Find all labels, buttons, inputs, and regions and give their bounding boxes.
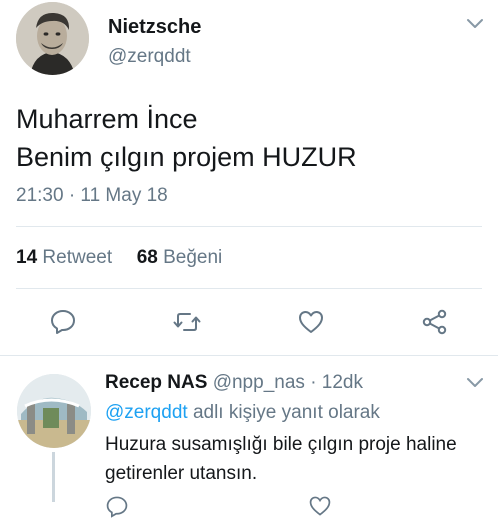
author-avatar[interactable] xyxy=(16,2,89,75)
reply-time[interactable]: 12dk xyxy=(322,372,363,393)
tweet-timestamp[interactable]: 21:30 · 11 May 18 xyxy=(16,185,168,207)
reply-chevron-down-icon[interactable] xyxy=(466,377,484,389)
chevron-down-icon[interactable] xyxy=(466,18,484,30)
reply-mention-link[interactable]: @zerqddt xyxy=(105,402,188,423)
like-icon[interactable] xyxy=(297,308,325,336)
reply-text: Huzura susamışlığı bile çılgın proje hal… xyxy=(105,434,457,484)
section-divider xyxy=(0,355,498,356)
replying-to-label: adlı kişiye yanıt olarak xyxy=(192,402,380,423)
retweet-icon[interactable] xyxy=(173,308,201,336)
author-display-name[interactable]: Nietzsche xyxy=(108,16,201,39)
tweet-text: Muharrem İnce Benim çılgın projem HUZUR xyxy=(16,100,357,176)
replying-to: @zerqddt adlı kişiye yanıt olarak xyxy=(105,402,380,424)
retweet-label: Retweet xyxy=(42,247,113,268)
tweet-text-line-2: Benim çılgın projem HUZUR xyxy=(16,142,357,172)
reply-separator: · xyxy=(310,372,317,393)
retweet-stat[interactable]: 14 Retweet xyxy=(16,247,112,268)
reply-author-avatar[interactable] xyxy=(17,374,91,448)
thread-line xyxy=(52,452,55,502)
divider xyxy=(16,226,482,227)
tweet-stats: 14 Retweet 68 Beğeni xyxy=(16,247,222,269)
like-stat[interactable]: 68 Beğeni xyxy=(137,247,223,268)
share-icon[interactable] xyxy=(421,308,449,336)
like-count: 68 xyxy=(136,247,158,268)
reply-like-icon[interactable] xyxy=(308,494,332,518)
author-handle[interactable]: @zerqddt xyxy=(108,46,191,68)
retweet-count: 14 xyxy=(16,247,38,268)
reply-author-handle[interactable]: @npp_nas xyxy=(213,372,305,393)
reply-reply-icon[interactable] xyxy=(105,494,129,518)
reply-icon[interactable] xyxy=(49,307,77,335)
reply-author-name[interactable]: Recep NAS xyxy=(105,372,207,393)
tweet-text-line-1: Muharrem İnce xyxy=(16,104,198,134)
divider xyxy=(16,288,482,289)
like-label: Beğeni xyxy=(163,247,223,268)
reply-header: Recep NAS @npp_nas · 12dk xyxy=(105,372,363,394)
